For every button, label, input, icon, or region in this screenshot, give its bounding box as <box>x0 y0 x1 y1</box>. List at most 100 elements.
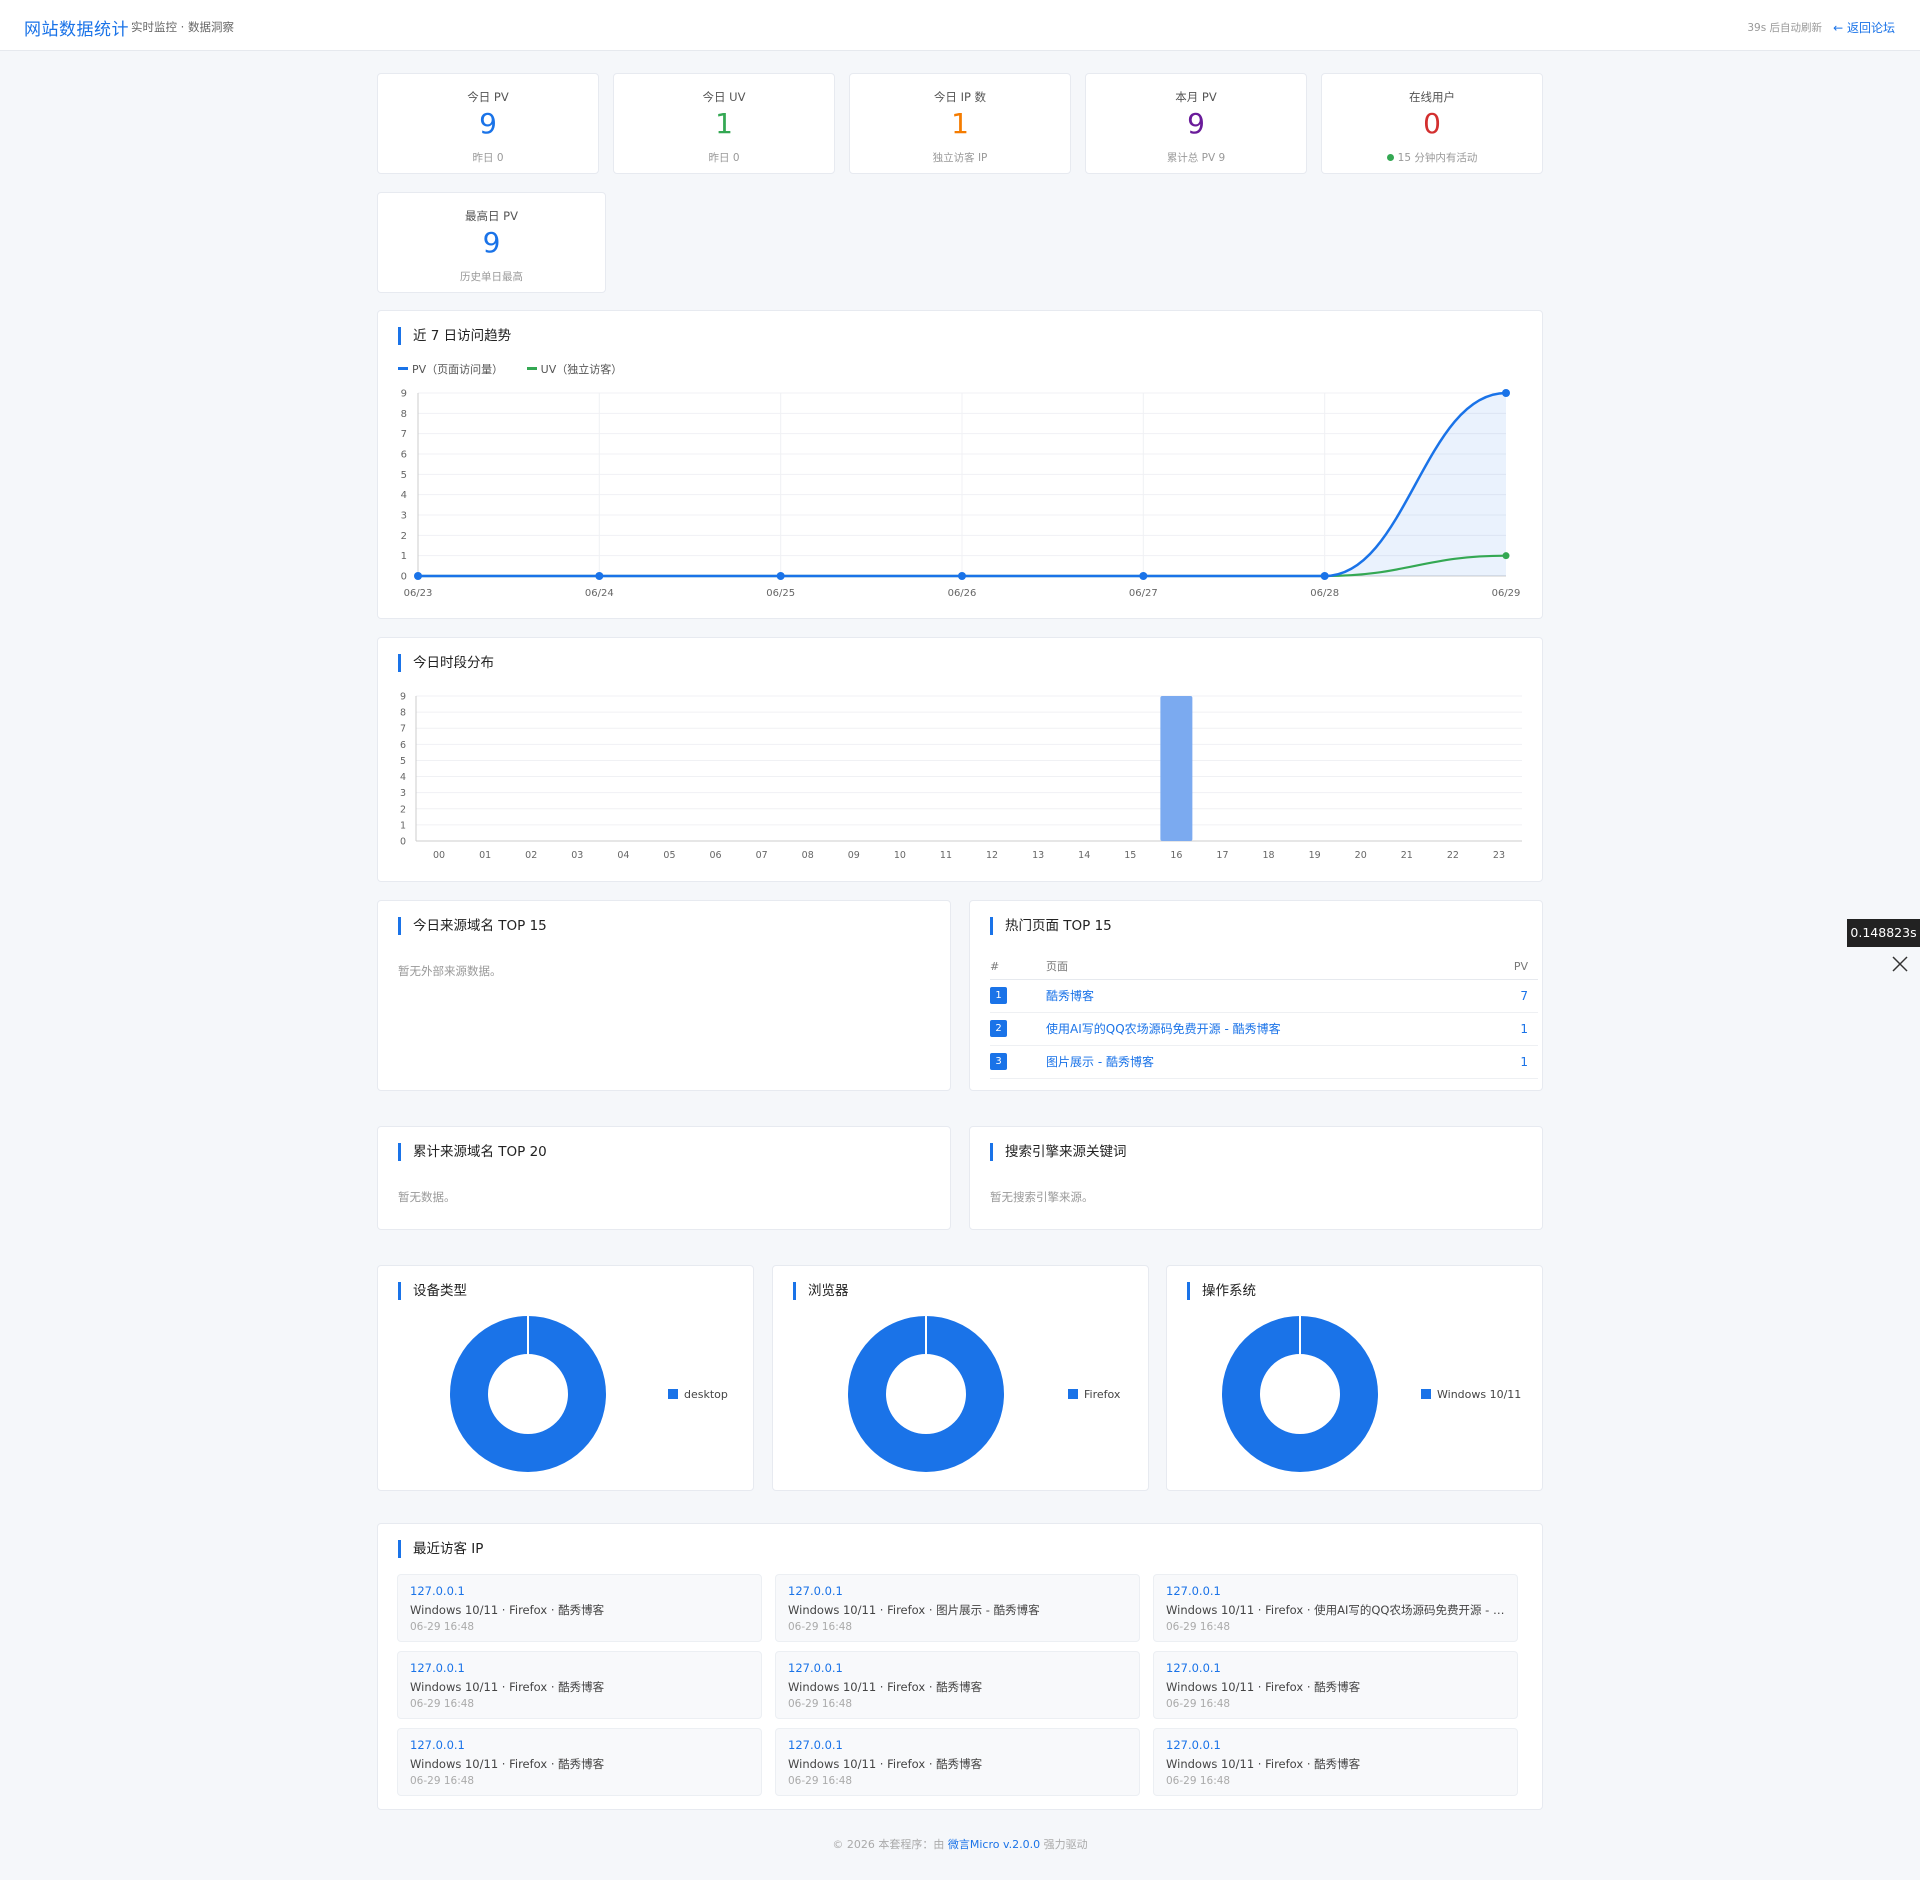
visitor-info: Windows 10/11 · Firefox · 酷秀博客 <box>410 1680 605 1694</box>
visitor-info: Windows 10/11 · Firefox · 酷秀博客 <box>410 1757 605 1771</box>
visitor-time: 06-29 16:48 <box>1166 1775 1231 1787</box>
page-link[interactable]: 使用AI写的QQ农场源码免费开源 - 酷秀博客 <box>1046 1022 1281 1036</box>
stat-card-month-pv: 本月 PV 9 累计总 PV 9 <box>1085 73 1307 174</box>
visitor-info: Windows 10/11 · Firefox · 酷秀博客 <box>1166 1680 1361 1694</box>
os-legend-item[interactable]: Windows 10/11 <box>1421 1388 1521 1401</box>
y-tick-label: 4 <box>401 490 407 501</box>
visitor-ip: 127.0.0.1 <box>410 1584 465 1598</box>
recent-visitors-card: 最近访客 IP 127.0.0.1 Windows 10/11 · Firefo… <box>377 1523 1543 1810</box>
stat-value: 9 <box>482 226 501 259</box>
device-legend-item[interactable]: desktop <box>668 1388 728 1401</box>
y-tick-label: 6 <box>401 450 407 461</box>
y-tick-label: 8 <box>401 409 407 420</box>
table-row: 3 图片展示 - 酷秀博客 1 <box>990 1045 1538 1079</box>
stat-value: 0 <box>1423 107 1441 140</box>
x-tick-label: 08 <box>802 850 814 861</box>
visitor-item[interactable]: 127.0.0.1 Windows 10/11 · Firefox · 酷秀博客… <box>397 1651 762 1719</box>
stat-sub-online: 15 分钟内有活动 <box>1322 150 1542 165</box>
x-tick-label: 05 <box>663 850 675 861</box>
os-donut-chart <box>1222 1316 1378 1472</box>
visitor-time: 06-29 16:48 <box>788 1775 853 1787</box>
x-tick-label: 09 <box>848 850 860 861</box>
visitor-info: Windows 10/11 · Firefox · 使用AI写的QQ农场源码免费… <box>1166 1603 1511 1617</box>
stat-card-online-users: 在线用户 0 15 分钟内有活动 <box>1321 73 1543 174</box>
page-pv: 7 <box>1492 979 1538 1013</box>
visitor-item[interactable]: 127.0.0.1 Windows 10/11 · Firefox · 酷秀博客… <box>397 1574 762 1642</box>
y-tick-label: 2 <box>401 531 407 542</box>
pv-data-point <box>1502 389 1510 397</box>
y-tick-label: 6 <box>400 740 406 751</box>
visitor-item[interactable]: 127.0.0.1 Windows 10/11 · Firefox · 图片展示… <box>775 1574 1140 1642</box>
close-icon[interactable] <box>1890 954 1910 974</box>
visitor-time: 06-29 16:48 <box>1166 1621 1231 1633</box>
stat-label: 今日 UV <box>702 90 746 104</box>
footer-prefix: © 2026 本套程序：由 <box>832 1838 948 1851</box>
col-pv: PV <box>1492 954 1538 980</box>
y-tick-label: 9 <box>401 389 407 400</box>
site-title: 网站数据统计 <box>24 20 129 40</box>
col-page: 页面 <box>1046 954 1493 980</box>
pv-data-point <box>414 572 422 580</box>
stat-sub-text: 15 分钟内有活动 <box>1397 152 1478 164</box>
recent-visitors-title: 最近访客 IP <box>398 1540 483 1558</box>
os-legend-label: Windows 10/11 <box>1437 1388 1522 1401</box>
visitor-ip: 127.0.0.1 <box>1166 1661 1221 1675</box>
visitor-item[interactable]: 127.0.0.1 Windows 10/11 · Firefox · 酷秀博客… <box>1153 1651 1518 1719</box>
y-tick-label: 4 <box>400 772 406 783</box>
y-tick-label: 8 <box>400 708 406 719</box>
stat-label: 最高日 PV <box>465 209 518 223</box>
page-link[interactable]: 酷秀博客 <box>1046 989 1094 1003</box>
site-tagline: 实时监控 · 数据洞察 <box>131 20 234 34</box>
stat-value: 1 <box>951 107 969 140</box>
visitor-time: 06-29 16:48 <box>410 1621 475 1633</box>
visitor-time: 06-29 16:48 <box>1166 1698 1231 1710</box>
visitor-item[interactable]: 127.0.0.1 Windows 10/11 · Firefox · 使用AI… <box>1153 1574 1518 1642</box>
x-tick-label: 13 <box>1032 850 1044 861</box>
visitor-ip: 127.0.0.1 <box>1166 1584 1221 1598</box>
stat-label: 在线用户 <box>1409 90 1455 104</box>
total-referrers-empty: 暂无数据。 <box>398 1190 456 1204</box>
visitor-time: 06-29 16:48 <box>410 1698 475 1710</box>
x-tick-label: 12 <box>986 850 998 861</box>
x-tick-label: 11 <box>940 850 952 861</box>
x-tick-label: 15 <box>1124 850 1136 861</box>
rank-badge: 2 <box>990 1020 1007 1037</box>
x-tick-label: 06/28 <box>1310 588 1339 599</box>
rank-badge: 1 <box>990 987 1007 1004</box>
visitor-item[interactable]: 127.0.0.1 Windows 10/11 · Firefox · 酷秀博客… <box>775 1728 1140 1796</box>
footer: © 2026 本套程序：由 微言Micro v.2.0.0 强力驱动 <box>0 1836 1920 1852</box>
pv-data-point <box>1320 572 1329 580</box>
online-status-dot <box>1386 154 1394 161</box>
table-row: 1 酷秀博客 7 <box>990 979 1538 1013</box>
visitor-item[interactable]: 127.0.0.1 Windows 10/11 · Firefox · 酷秀博客… <box>775 1651 1140 1719</box>
hot-pages-table: # 页面 PV 1 酷秀博客 7 2 使用AI写的QQ农场源码免费开源 - 酷秀… <box>990 954 1538 1079</box>
pv-data-point <box>776 572 785 580</box>
search-keywords-empty: 暂无搜索引擎来源。 <box>990 1190 1094 1204</box>
visitor-time: 06-29 16:48 <box>788 1621 853 1633</box>
stat-value: 9 <box>1187 107 1205 140</box>
visitor-item[interactable]: 127.0.0.1 Windows 10/11 · Firefox · 酷秀博客… <box>397 1728 762 1796</box>
stat-card-today-pv: 今日 PV 9 昨日 0 <box>377 73 599 174</box>
stat-sub: 累计总 PV 9 <box>1166 152 1226 164</box>
page-link[interactable]: 图片展示 - 酷秀博客 <box>1046 1055 1154 1069</box>
visitor-ip: 127.0.0.1 <box>410 1661 465 1675</box>
x-tick-label: 07 <box>756 850 768 861</box>
y-tick-label: 2 <box>400 804 406 815</box>
pv-data-point <box>958 572 966 580</box>
x-tick-label: 18 <box>1262 850 1274 861</box>
footer-link[interactable]: 微言Micro v.2.0.0 <box>948 1838 1040 1851</box>
x-tick-label: 23 <box>1493 850 1505 861</box>
trend-line-chart: 0 1 2 3 4 5 6 7 8 9 06/23 06/24 06/25 06/26 06/27 06/28… <box>401 389 1521 600</box>
trend-chart-card: 近 7 日访问趋势 PV（页面访问量） UV（独立访客） 01234567890… <box>377 310 1543 619</box>
page-pv: 1 <box>1492 1012 1538 1046</box>
x-tick-label: 16 <box>1170 850 1182 861</box>
table-header-row: # 页面 PV <box>990 954 1538 980</box>
stat-card-today-uv: 今日 UV 1 昨日 0 <box>613 73 835 174</box>
visitor-ip: 127.0.0.1 <box>788 1661 843 1675</box>
visitor-item[interactable]: 127.0.0.1 Windows 10/11 · Firefox · 酷秀博客… <box>1153 1728 1518 1796</box>
stat-sub: 历史单日最高 <box>460 271 523 283</box>
stat-value: 1 <box>715 107 733 140</box>
back-to-forum-link[interactable]: ← 返回论坛 <box>1833 19 1895 36</box>
hot-pages-card: 热门页面 TOP 15 # 页面 PV 1 酷秀博客 7 2 使用AI写的QQ农… <box>969 900 1543 1091</box>
browser-legend-item[interactable]: Firefox <box>1068 1388 1120 1401</box>
